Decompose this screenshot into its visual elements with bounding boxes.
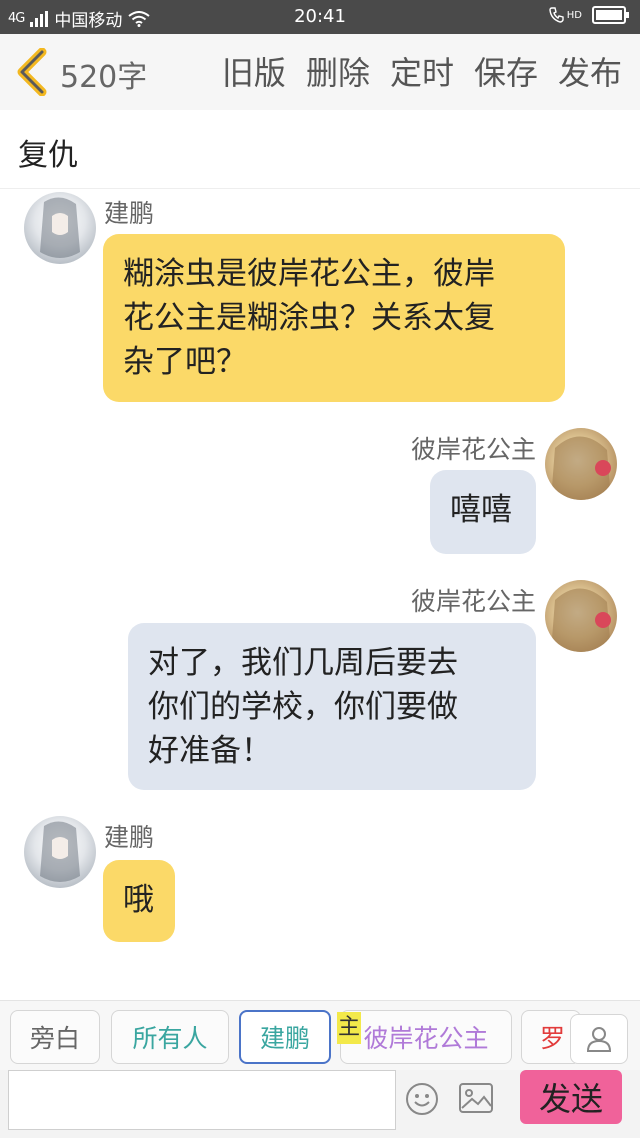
message-bubble[interactable]: 糊涂虫是彼岸花公主，彼岸 花公主是糊涂虫？关系太复 杂了吧？ bbox=[103, 234, 565, 402]
clock: 20:41 bbox=[294, 6, 346, 27]
sender-name: 彼岸花公主 bbox=[410, 587, 536, 616]
schedule-button[interactable]: 定时 bbox=[390, 48, 454, 94]
word-count: 520字 bbox=[60, 60, 148, 95]
avatar[interactable] bbox=[24, 192, 96, 264]
message-line: 对了，我们几周后要去 bbox=[148, 645, 458, 681]
role-chip-narration[interactable]: 旁白 bbox=[10, 1010, 100, 1064]
message-line: 哦 bbox=[123, 882, 154, 918]
role-chip-biancuahua[interactable]: 彼岸花公主 bbox=[340, 1010, 512, 1064]
host-badge: 主 bbox=[337, 1012, 361, 1044]
message-line: 花公主是糊涂虫？关系太复 bbox=[123, 300, 495, 336]
message-line: 杂了吧？ bbox=[123, 344, 247, 380]
message-line: 你们的学校，你们要做 bbox=[148, 689, 458, 725]
sender-name: 建鹏 bbox=[104, 823, 155, 852]
smiley-icon bbox=[406, 1083, 438, 1115]
publish-button[interactable]: 发布 bbox=[558, 48, 622, 94]
manage-roles-button[interactable] bbox=[570, 1014, 628, 1064]
input-bar: 发送 bbox=[0, 1070, 640, 1138]
sender-name: 建鹏 bbox=[104, 199, 155, 228]
role-chip-jianpeng[interactable]: 建鹏 bbox=[239, 1010, 331, 1064]
save-button[interactable]: 保存 bbox=[474, 48, 538, 94]
role-chip-everyone[interactable]: 所有人 bbox=[111, 1010, 229, 1064]
editor-toolbar: 520字 旧版 删除 定时 保存 发布 bbox=[0, 34, 640, 111]
send-button[interactable]: 发送 bbox=[520, 1070, 622, 1124]
image-icon bbox=[459, 1083, 493, 1113]
role-label: 建鹏 bbox=[259, 1024, 310, 1053]
message-bubble[interactable]: 哦 bbox=[103, 860, 175, 942]
chevron-left-icon bbox=[17, 47, 47, 97]
message-line: 嘻嘻 bbox=[450, 492, 512, 528]
old-version-button[interactable]: 旧版 bbox=[222, 48, 286, 94]
back-button[interactable] bbox=[14, 47, 54, 97]
story-title: 复仇 bbox=[18, 138, 78, 173]
hd-call-icon: HD bbox=[549, 7, 582, 23]
message-line: 好准备！ bbox=[148, 733, 272, 769]
avatar[interactable] bbox=[24, 816, 96, 888]
person-icon bbox=[586, 1027, 612, 1052]
role-label: 旁白 bbox=[29, 1024, 80, 1053]
role-label: 所有人 bbox=[132, 1024, 208, 1053]
toolbar-actions: 旧版 删除 定时 保存 发布 bbox=[222, 48, 622, 94]
delete-button[interactable]: 删除 bbox=[306, 48, 370, 94]
avatar[interactable] bbox=[545, 428, 617, 500]
role-label: 彼岸花公主 bbox=[363, 1024, 489, 1053]
message-bubble[interactable]: 对了，我们几周后要去 你们的学校，你们要做 好准备！ bbox=[128, 623, 536, 790]
story-title-row[interactable]: 复仇 bbox=[0, 110, 640, 189]
avatar[interactable] bbox=[545, 580, 617, 652]
battery-icon bbox=[592, 6, 629, 24]
message-line: 糊涂虫是彼岸花公主，彼岸 bbox=[123, 256, 495, 292]
emoji-button[interactable] bbox=[405, 1082, 439, 1116]
status-bar: 4G 中国移动 20:41 HD bbox=[0, 0, 640, 34]
message-input[interactable] bbox=[8, 1070, 396, 1130]
role-label: 罗 bbox=[540, 1024, 566, 1053]
sender-name: 彼岸花公主 bbox=[410, 435, 536, 464]
image-button[interactable] bbox=[458, 1082, 494, 1114]
message-bubble[interactable]: 嘻嘻 bbox=[430, 470, 536, 554]
role-selector-bar: 旁白 所有人 建鹏 彼岸花公主 罗 bbox=[0, 1000, 640, 1071]
